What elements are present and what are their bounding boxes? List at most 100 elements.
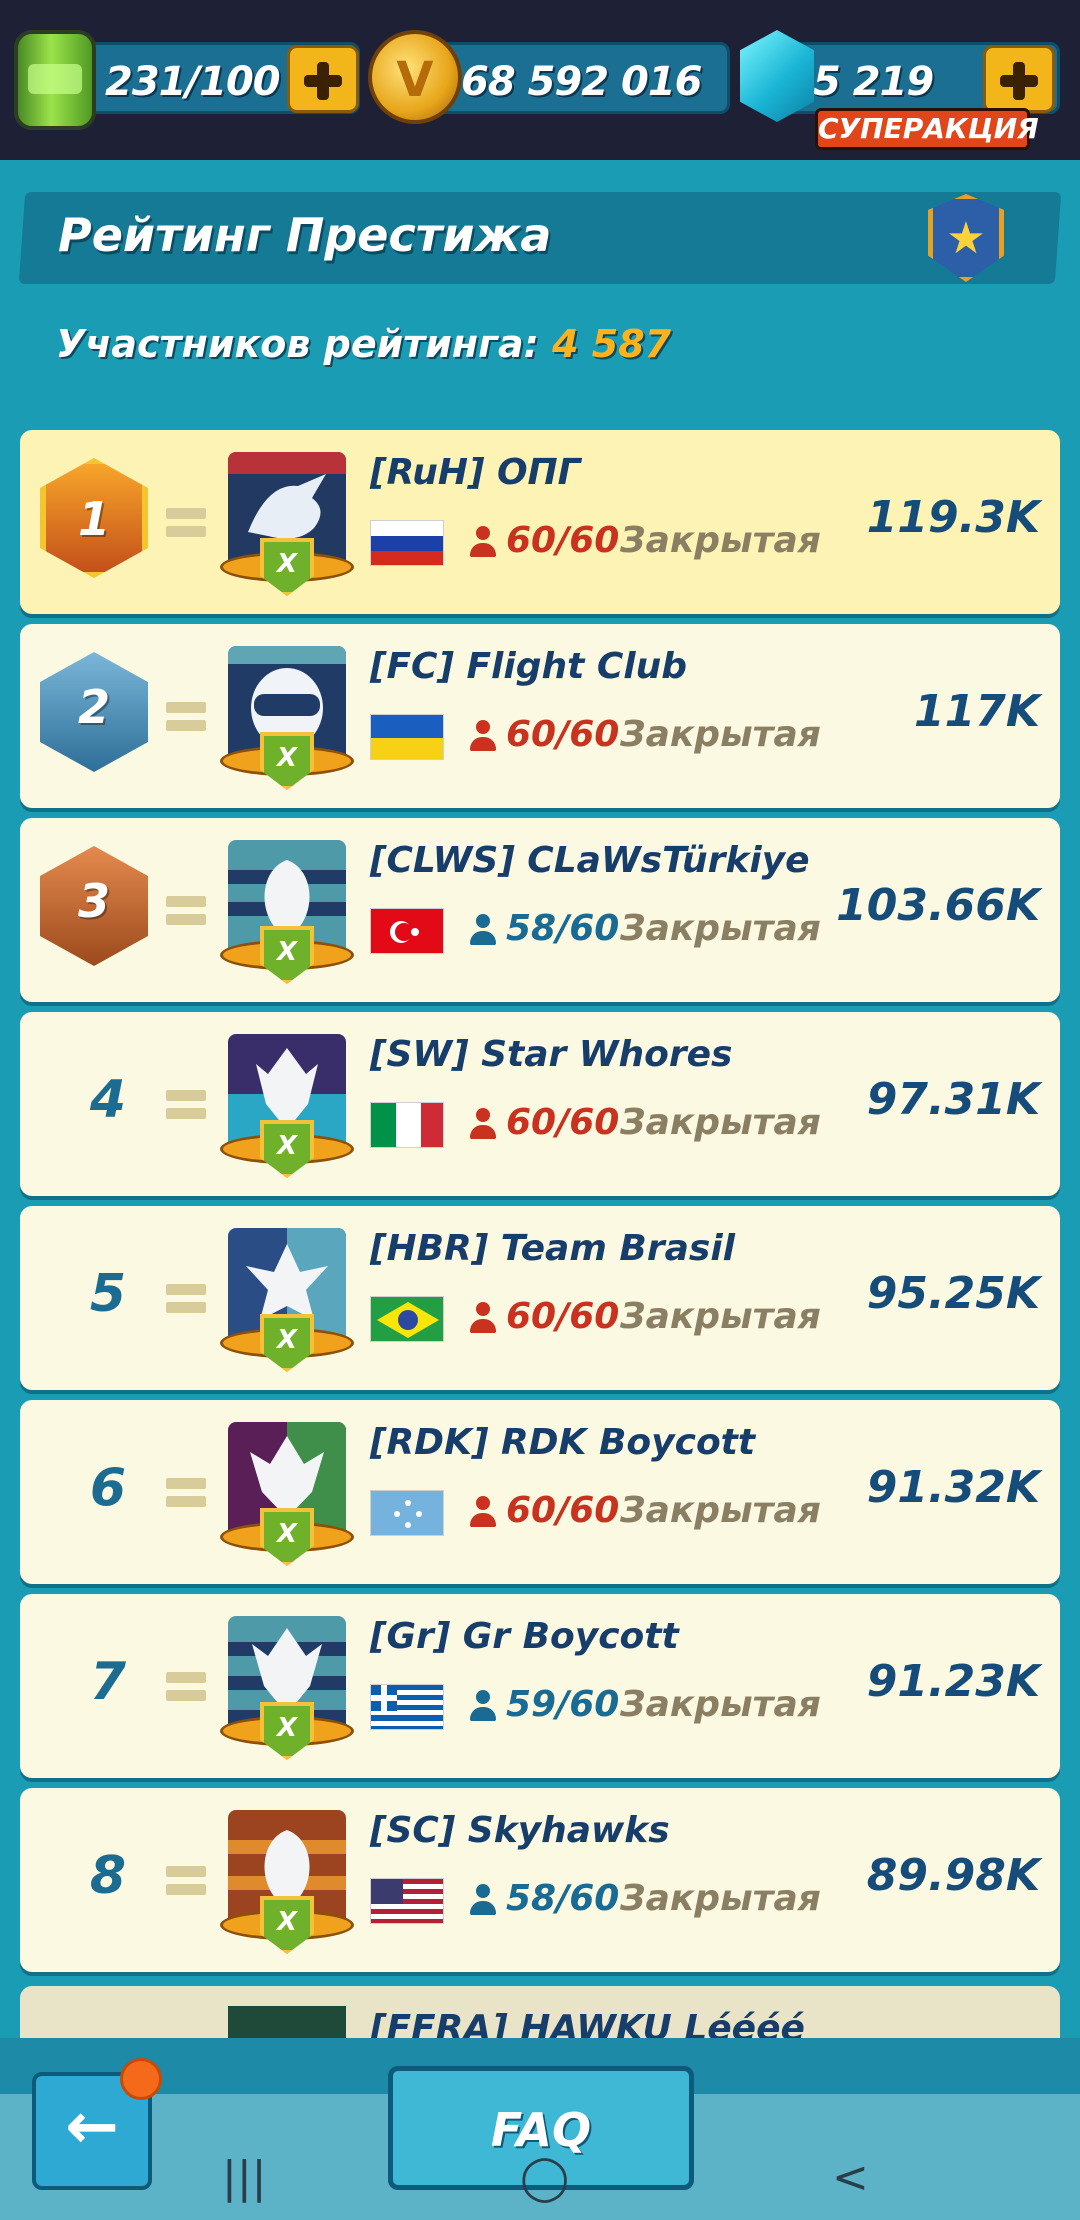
clan-row[interactable]: 4 X [SW] Star Whores 60/60 Закрытая 97.3… bbox=[20, 1012, 1060, 1196]
energy-counter[interactable]: 231/100 bbox=[70, 42, 360, 114]
usa-flag-icon bbox=[370, 1878, 444, 1924]
emblem-shield-icon: X bbox=[260, 926, 314, 984]
person-icon bbox=[468, 1108, 498, 1144]
ukraine-flag-icon bbox=[370, 714, 444, 760]
clan-name: [RuH] ОПГ bbox=[370, 452, 581, 493]
clan-row[interactable]: 1 X [RuH] ОПГ 60/60 Закрытая 119.3K bbox=[20, 430, 1060, 614]
clan-name: [SC] Skyhawks bbox=[370, 1810, 670, 1851]
clan-status: Закрытая bbox=[620, 1684, 821, 1725]
silver-medal-icon: 2 bbox=[40, 652, 148, 772]
member-count: 58/60 bbox=[506, 908, 620, 949]
clan-name: [Gr] Gr Boycott bbox=[370, 1616, 679, 1657]
emblem-shield-icon: X bbox=[260, 1896, 314, 1954]
coin-icon: V bbox=[368, 30, 462, 124]
gold-medal-icon: 1 bbox=[40, 458, 148, 578]
rank-number: 6 bbox=[89, 1458, 127, 1518]
clan-row[interactable]: 2 X [FC] Flight Club 60/60 Закрытая 117K bbox=[20, 624, 1060, 808]
italy-flag-icon bbox=[370, 1102, 444, 1148]
add-gems-plus-icon[interactable] bbox=[983, 45, 1055, 113]
person-icon bbox=[468, 914, 498, 950]
clan-name: [FC] Flight Club bbox=[370, 646, 688, 687]
notification-dot bbox=[120, 2058, 162, 2100]
equal-trend-icon bbox=[166, 1090, 206, 1120]
clan-score: 103.66K bbox=[836, 880, 1040, 931]
clan-status: Закрытая bbox=[620, 1878, 821, 1919]
recents-icon[interactable]: ||| bbox=[222, 2152, 266, 2203]
participants-label: Участников рейтинга: bbox=[56, 322, 539, 366]
rank-number: 7 bbox=[89, 1652, 127, 1712]
clan-row[interactable]: 5 X [HBR] Team Brasil 60/60 Закрытая 95.… bbox=[20, 1206, 1060, 1390]
clan-name: [CLWS] CLaWsTürkiye bbox=[370, 840, 810, 881]
coin-counter: 68 592 016 bbox=[420, 42, 730, 114]
micronesia-flag-icon bbox=[370, 1490, 444, 1536]
turkey-flag-icon bbox=[370, 908, 444, 954]
page-title: Рейтинг Престижа bbox=[58, 208, 552, 262]
emblem-shield-icon: X bbox=[260, 1702, 314, 1760]
gem-value: 5 219 bbox=[813, 59, 934, 105]
clan-status: Закрытая bbox=[620, 1296, 821, 1337]
clan-status: Закрытая bbox=[620, 908, 821, 949]
person-icon bbox=[468, 720, 498, 756]
brazil-flag-icon bbox=[370, 1296, 444, 1342]
home-icon[interactable]: ◯ bbox=[520, 2152, 569, 2203]
participants-summary: Участников рейтинга: 4 587 bbox=[56, 322, 671, 366]
person-icon bbox=[468, 526, 498, 562]
member-count: 60/60 bbox=[506, 1490, 620, 1531]
clan-name: [SW] Star Whores bbox=[370, 1034, 733, 1075]
member-count: 60/60 bbox=[506, 520, 620, 561]
russia-flag-icon bbox=[370, 520, 444, 566]
emblem-shield-icon: X bbox=[260, 1120, 314, 1178]
resource-bar: 231/100 68 592 016 V 5 219 СУПЕРАКЦИЯ bbox=[0, 0, 1080, 160]
clan-status: Закрытая bbox=[620, 1490, 821, 1531]
equal-trend-icon bbox=[166, 1866, 206, 1896]
equal-trend-icon bbox=[166, 1672, 206, 1702]
clan-row-partial[interactable]: [FFRA] HAWKU Léééé bbox=[20, 1986, 1060, 2046]
rank-number: 5 bbox=[89, 1264, 127, 1324]
equal-trend-icon bbox=[166, 702, 206, 732]
person-icon bbox=[468, 1884, 498, 1920]
emblem-shield-icon: X bbox=[260, 538, 314, 596]
clan-name: [RDK] RDK Boycott bbox=[370, 1422, 756, 1463]
energy-canister-icon bbox=[14, 30, 96, 130]
clan-score: 95.25K bbox=[866, 1268, 1040, 1319]
clan-status: Закрытая bbox=[620, 520, 821, 561]
equal-trend-icon bbox=[166, 508, 206, 538]
super-offer-badge[interactable]: СУПЕРАКЦИЯ bbox=[815, 108, 1039, 150]
rank-number: 8 bbox=[89, 1846, 127, 1906]
rank-number: 4 bbox=[89, 1070, 127, 1130]
member-count: 60/60 bbox=[506, 714, 620, 755]
back-arrow-icon: ← bbox=[65, 2090, 119, 2164]
equal-trend-icon bbox=[166, 1478, 206, 1508]
add-energy-plus-icon[interactable] bbox=[287, 45, 359, 113]
emblem-shield-icon: X bbox=[260, 1314, 314, 1372]
participants-count: 4 587 bbox=[552, 322, 672, 366]
member-count: 60/60 bbox=[506, 1102, 620, 1143]
person-icon bbox=[468, 1496, 498, 1532]
clan-score: 89.98K bbox=[866, 1850, 1040, 1901]
clan-score: 119.3K bbox=[866, 492, 1040, 543]
faq-label: FAQ bbox=[490, 2103, 592, 2157]
gem-counter[interactable]: 5 219 bbox=[780, 42, 1060, 114]
clan-row[interactable]: 3 X [CLWS] CLaWsTürkiye 58/60 Закрытая 1… bbox=[20, 818, 1060, 1002]
nav-back-icon[interactable]: < bbox=[832, 2152, 869, 2203]
clan-name: [HBR] Team Brasil bbox=[370, 1228, 735, 1269]
clan-score: 117K bbox=[914, 686, 1040, 737]
clan-row[interactable]: 6 X [RDK] RDK Boycott 60/60 Закрытая 91.… bbox=[20, 1400, 1060, 1584]
person-icon bbox=[468, 1302, 498, 1338]
bronze-medal-icon: 3 bbox=[40, 846, 148, 966]
clan-row[interactable]: 8 X [SC] Skyhawks 58/60 Закрытая 89.98K bbox=[20, 1788, 1060, 1972]
clan-status: Закрытая bbox=[620, 714, 821, 755]
clan-score: 97.31K bbox=[866, 1074, 1040, 1125]
energy-value: 231/100 bbox=[105, 59, 281, 105]
clan-status: Закрытая bbox=[620, 1102, 821, 1143]
clan-score: 91.32K bbox=[866, 1462, 1040, 1513]
equal-trend-icon bbox=[166, 1284, 206, 1314]
greece-flag-icon bbox=[370, 1684, 444, 1730]
emblem-shield-icon: X bbox=[260, 1508, 314, 1566]
equal-trend-icon bbox=[166, 896, 206, 926]
coin-value: 68 592 016 bbox=[461, 59, 703, 105]
member-count: 59/60 bbox=[506, 1684, 620, 1725]
person-icon bbox=[468, 1690, 498, 1726]
clan-row[interactable]: 7 X [Gr] Gr Boycott 59/60 Закрытая 91.23… bbox=[20, 1594, 1060, 1778]
member-count: 58/60 bbox=[506, 1878, 620, 1919]
